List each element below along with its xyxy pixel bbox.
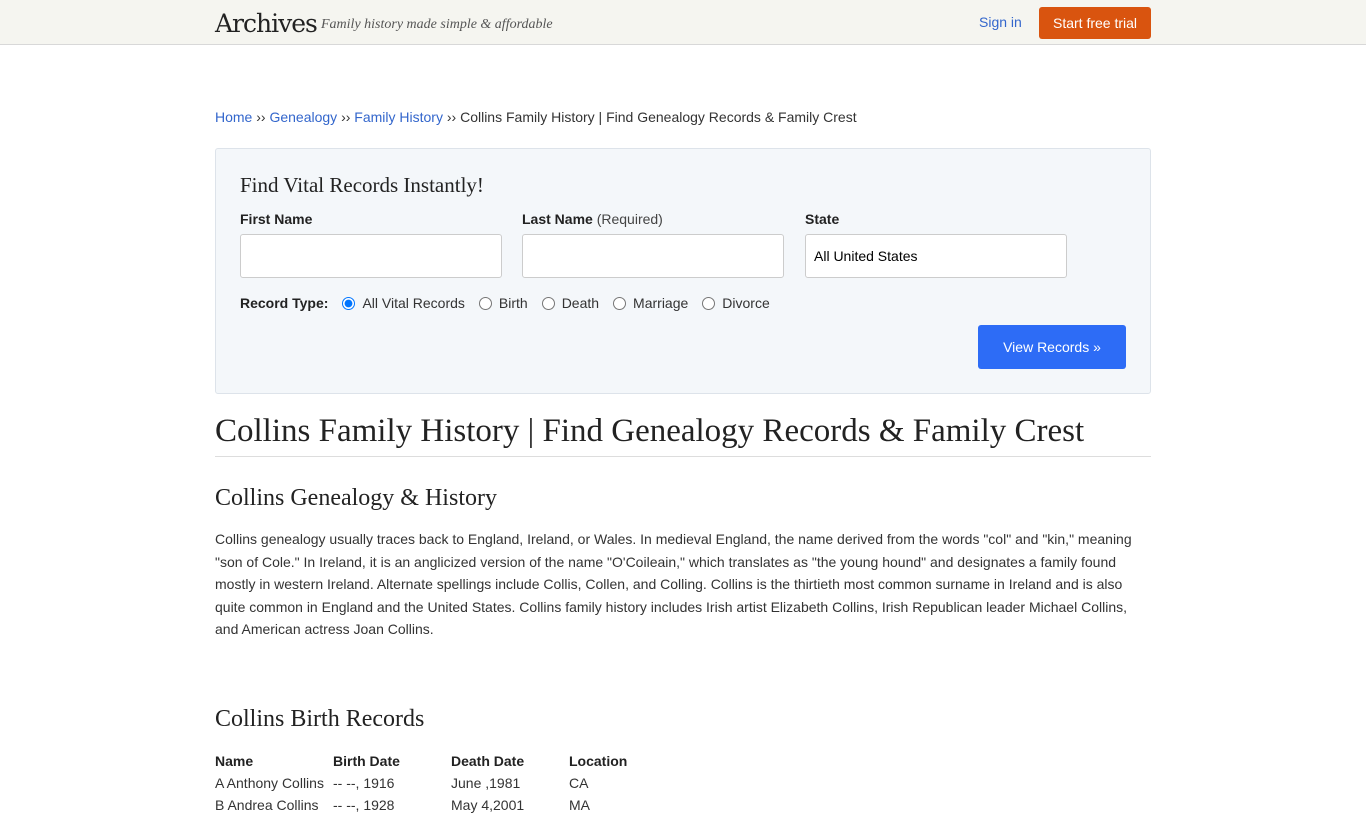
- tagline: Family history made simple & affordable: [321, 17, 553, 32]
- table-row: B Andrea Collins -- --, 1928 May 4,2001 …: [215, 794, 687, 816]
- search-form: Find Vital Records Instantly! First Name…: [215, 148, 1151, 394]
- sign-in-link[interactable]: Sign in: [979, 14, 1022, 30]
- cell-location: MA: [569, 797, 590, 813]
- genealogy-history-heading: Collins Genealogy & History: [215, 485, 497, 511]
- radio-input[interactable]: [342, 296, 356, 310]
- last-name-label-text: Last Name: [522, 211, 593, 227]
- cell-name: B Andrea Collins: [215, 797, 319, 813]
- radio-input[interactable]: [702, 296, 716, 310]
- site-header: Archives Family history made simple & af…: [0, 0, 1366, 45]
- radio-label: Death: [561, 295, 600, 311]
- breadcrumb: Home ›› Genealogy ›› Family History ›› C…: [215, 109, 857, 125]
- col-death-date: Death Date: [451, 753, 525, 769]
- record-type-label: Record Type:: [240, 295, 329, 311]
- last-name-input[interactable]: [522, 234, 784, 278]
- breadcrumb-genealogy[interactable]: Genealogy: [269, 109, 337, 125]
- radio-death[interactable]: Death: [541, 295, 600, 311]
- view-records-button[interactable]: View Records »: [978, 325, 1126, 369]
- col-birth-date: Birth Date: [333, 753, 400, 769]
- radio-label: Marriage: [633, 295, 689, 311]
- col-name: Name: [215, 753, 254, 769]
- page-title: Collins Family History | Find Genealogy …: [215, 413, 1151, 457]
- radio-birth[interactable]: Birth: [478, 295, 528, 311]
- cell-birth-date: -- --, 1928: [333, 797, 395, 813]
- radio-input[interactable]: [613, 296, 627, 310]
- search-title: Find Vital Records Instantly!: [240, 173, 484, 197]
- breadcrumb-separator: ››: [256, 109, 266, 125]
- birth-records-table: Name Birth Date Death Date Location A An…: [215, 750, 687, 816]
- radio-divorce[interactable]: Divorce: [702, 295, 770, 311]
- table-row: A Anthony Collins -- --, 1916 June ,1981…: [215, 772, 687, 794]
- radio-input[interactable]: [541, 296, 555, 310]
- state-label: State: [805, 211, 840, 227]
- required-note: (Required): [596, 211, 663, 227]
- record-type-group: Record Type: All Vital Records Birth Dea…: [240, 295, 784, 311]
- breadcrumb-separator: ››: [446, 109, 457, 125]
- first-name-input[interactable]: [240, 234, 502, 278]
- last-name-label: Last Name (Required): [522, 211, 663, 227]
- genealogy-paragraph: Collins genealogy usually traces back to…: [215, 531, 1132, 638]
- cell-birth-date: -- --, 1916: [333, 775, 395, 791]
- radio-all-vital-records[interactable]: All Vital Records: [342, 295, 465, 311]
- radio-label: Divorce: [722, 295, 770, 311]
- radio-label: All Vital Records: [362, 295, 465, 311]
- birth-records-heading: Collins Birth Records: [215, 706, 425, 732]
- breadcrumb-home[interactable]: Home: [215, 109, 252, 125]
- first-name-label: First Name: [240, 211, 313, 227]
- cell-death-date: June ,1981: [451, 775, 521, 791]
- breadcrumb-current: Collins Family History | Find Genealogy …: [460, 109, 857, 125]
- logo[interactable]: Archives: [215, 9, 318, 38]
- cell-location: CA: [569, 775, 589, 791]
- start-free-trial-button[interactable]: Start free trial: [1039, 7, 1151, 39]
- breadcrumb-family-history[interactable]: Family History: [354, 109, 443, 125]
- radio-input[interactable]: [478, 296, 492, 310]
- breadcrumb-separator: ››: [341, 109, 351, 125]
- table-header: Name Birth Date Death Date Location: [215, 750, 687, 772]
- state-select[interactable]: [805, 234, 1067, 278]
- col-location: Location: [569, 753, 628, 769]
- cell-death-date: May 4,2001: [451, 797, 525, 813]
- radio-label: Birth: [498, 295, 528, 311]
- cell-name: A Anthony Collins: [215, 775, 324, 791]
- radio-marriage[interactable]: Marriage: [613, 295, 688, 311]
